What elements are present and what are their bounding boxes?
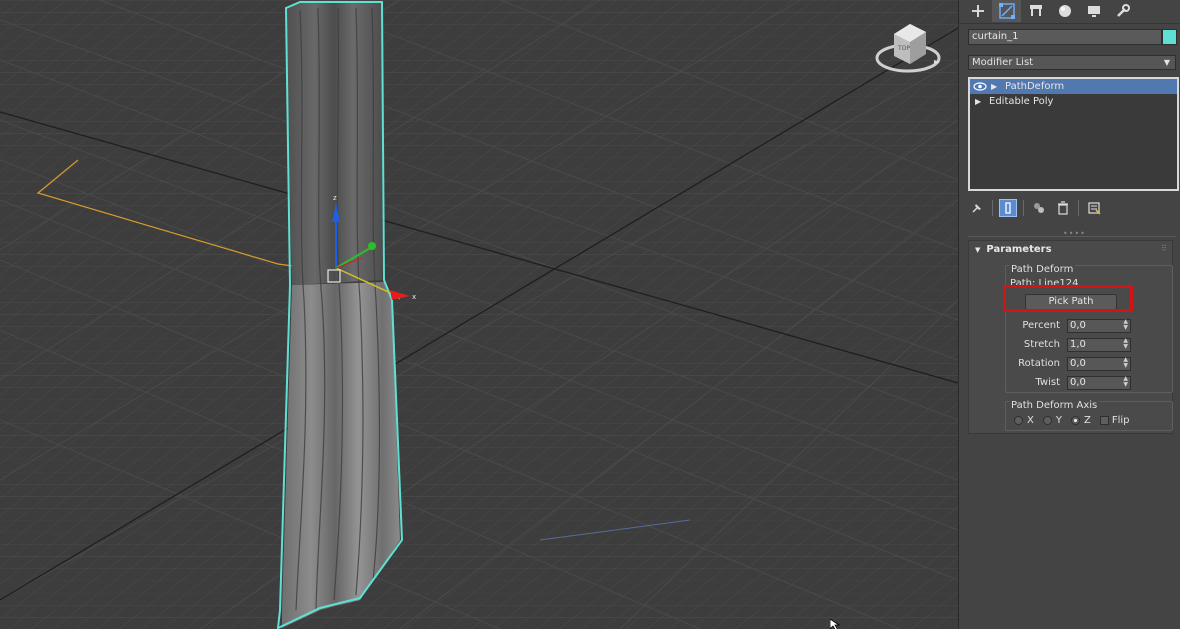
rotation-spinner[interactable]: 0,0 ▲ ▼: [1067, 357, 1131, 371]
motion-icon[interactable]: [1050, 0, 1079, 22]
parameters-rollout: ▼ Parameters ⠿ Path Deform Path: Line124 …: [968, 240, 1173, 434]
checkbox-icon: [1099, 416, 1109, 425]
percent-row: Percent 0,0 ▲ ▼: [1006, 319, 1172, 333]
toolbar-separator: [1078, 200, 1079, 216]
radio-icon: [1014, 416, 1023, 425]
axis-y-label: Y: [1055, 415, 1062, 426]
gizmo-z-label: z: [333, 194, 337, 202]
stretch-spinner[interactable]: 1,0 ▲ ▼: [1067, 338, 1131, 352]
stack-item-label: Editable Poly: [989, 96, 1054, 107]
stack-item-pathdeform[interactable]: ▶ PathDeform: [970, 79, 1177, 94]
hierarchy-icon[interactable]: [1021, 0, 1050, 22]
object-color-swatch[interactable]: [1162, 29, 1177, 45]
twist-spinner[interactable]: 0,0 ▲ ▼: [1067, 376, 1131, 390]
modifier-list-dropdown[interactable]: Modifier List ▼: [968, 55, 1176, 70]
tabs-divider: [959, 23, 1180, 24]
viewport-scene: z x: [0, 0, 958, 629]
configure-modifier-sets-icon[interactable]: [1085, 199, 1103, 217]
modifier-list-label: Modifier List: [972, 57, 1034, 68]
collapse-triangle-icon: ▼: [975, 246, 981, 254]
chevron-down-icon: ▼: [1163, 58, 1170, 67]
percent-value: 0,0: [1070, 320, 1086, 331]
radio-selected-icon: [1070, 416, 1080, 425]
axis-x-label: X: [1027, 415, 1034, 426]
axis-group-title: Path Deform Axis: [1009, 400, 1100, 411]
rollout-header[interactable]: ▼ Parameters: [975, 244, 1052, 255]
path-deform-axis-group: Path Deform Axis X Y Z Flip: [1005, 400, 1173, 431]
rotation-label: Rotation: [1018, 358, 1060, 369]
expand-triangle-icon[interactable]: ▶: [975, 94, 981, 109]
axis-options: X Y Z Flip: [1014, 415, 1138, 426]
rollout-grip-icon: ⠿: [1161, 244, 1167, 253]
stack-item-label: PathDeform: [1005, 81, 1065, 92]
flip-checkbox[interactable]: Flip: [1099, 415, 1130, 426]
command-panel-tabs: [963, 0, 1137, 22]
display-icon[interactable]: [1079, 0, 1108, 22]
percent-label: Percent: [1022, 320, 1060, 331]
stretch-value: 1,0: [1070, 339, 1086, 350]
curtain-object: [276, 1, 404, 629]
spinner-arrows-icon[interactable]: ▲ ▼: [1123, 338, 1128, 350]
axis-x-radio[interactable]: X: [1014, 415, 1034, 426]
modifier-stack: ▶ PathDeform ▶ Editable Poly: [968, 77, 1179, 191]
create-plus-icon[interactable]: [963, 0, 992, 22]
modify-icon[interactable]: [992, 0, 1021, 22]
toolbar-separator: [1023, 200, 1024, 216]
percent-spinner[interactable]: 0,0 ▲ ▼: [1067, 319, 1131, 333]
pin-stack-icon[interactable]: [968, 199, 986, 217]
stretch-row: Stretch 1,0 ▲ ▼: [1006, 338, 1172, 352]
axis-z-label: Z: [1083, 415, 1091, 426]
twist-row: Twist 0,0 ▲ ▼: [1006, 376, 1172, 390]
rollout-title: Parameters: [986, 244, 1052, 255]
show-end-result-icon[interactable]: [999, 199, 1017, 217]
flip-label: Flip: [1111, 415, 1130, 426]
rotation-value: 0,0: [1070, 358, 1086, 369]
spinner-arrows-icon[interactable]: ▲ ▼: [1123, 319, 1128, 331]
stack-item-editable-poly[interactable]: ▶ Editable Poly: [970, 94, 1177, 109]
pick-path-highlight-box: [1003, 285, 1133, 312]
twist-label: Twist: [1035, 377, 1060, 388]
viewcube-label: TOP: [897, 45, 910, 52]
object-name-field[interactable]: curtain_1: [968, 29, 1162, 45]
twist-value: 0,0: [1070, 377, 1086, 388]
gizmo-x-label: x: [412, 293, 416, 301]
spinner-arrows-icon[interactable]: ▲ ▼: [1123, 357, 1128, 369]
axis-y-radio[interactable]: Y: [1042, 415, 1062, 426]
command-panel: curtain_1 Modifier List ▼ ▶ PathDeform ▶…: [958, 0, 1180, 629]
spinner-arrows-icon[interactable]: ▲ ▼: [1123, 376, 1128, 388]
panel-divider: [968, 236, 1176, 237]
toolbar-separator: [992, 200, 993, 216]
make-unique-icon[interactable]: [1030, 199, 1048, 217]
axis-z-radio[interactable]: Z: [1070, 415, 1091, 426]
group-title: Path Deform: [1009, 264, 1076, 275]
utilities-wrench-icon[interactable]: [1108, 0, 1137, 22]
rotation-row: Rotation 0,0 ▲ ▼: [1006, 357, 1172, 371]
trash-icon[interactable]: [1054, 199, 1072, 217]
stretch-label: Stretch: [1023, 339, 1060, 350]
perspective-viewport[interactable]: z x TOP: [0, 0, 958, 629]
expand-triangle-icon[interactable]: ▶: [991, 79, 997, 94]
radio-icon: [1042, 416, 1052, 425]
stack-toolbar: [968, 197, 1109, 219]
